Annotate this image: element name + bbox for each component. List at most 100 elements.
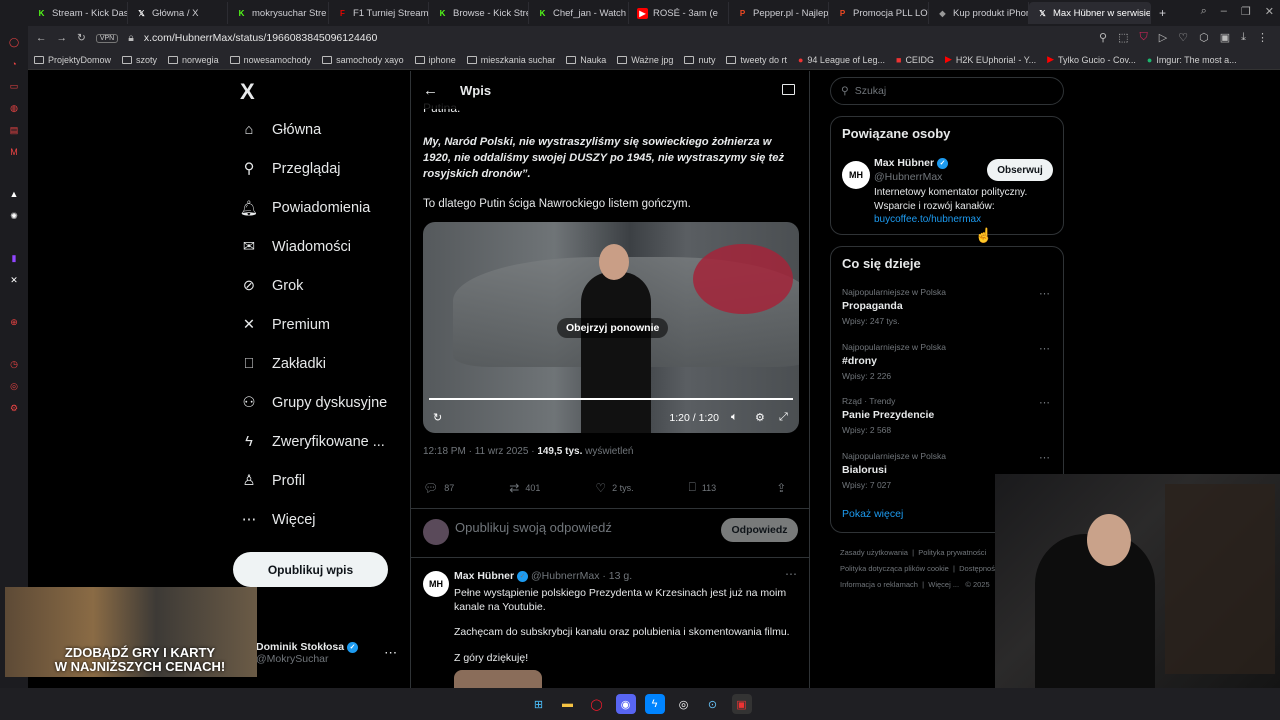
browser-tab[interactable]: 𝕏 Główna / X <box>128 2 228 24</box>
search-input[interactable]: ⚲ Szukaj <box>830 77 1064 105</box>
reply-media[interactable] <box>454 670 542 688</box>
opera-icon[interactable]: ◯ <box>8 36 20 48</box>
share-action[interactable]: ⇪ <box>776 480 786 495</box>
vpn-badge[interactable]: VPN <box>95 33 119 43</box>
reload-icon[interactable]: ↻ <box>77 32 86 44</box>
forward-icon[interactable]: → <box>57 32 68 44</box>
app-icon[interactable]: ▣ <box>731 694 752 714</box>
browser-tab[interactable]: K Chef_jan - Watch <box>529 2 629 24</box>
x-icon[interactable]: ✕ <box>8 274 20 286</box>
bookmark[interactable]: ▶ Tylko Gucio - Cov... <box>1047 54 1136 65</box>
clock-icon[interactable]: ◷ <box>8 358 20 370</box>
bookmark[interactable]: tweety do rt <box>726 55 787 65</box>
browser-tab-active[interactable]: 𝕏 Max Hübner w serwisie X <box>1029 2 1151 24</box>
discord-icon[interactable]: ◉ <box>615 694 636 714</box>
heart-icon[interactable]: ♡ <box>1178 31 1188 44</box>
volume-icon[interactable]: 🔈︎ <box>731 411 738 424</box>
play-icon[interactable]: ▷ <box>1159 31 1167 44</box>
settings-icon[interactable]: ⚙ <box>755 411 765 424</box>
messenger-icon[interactable]: ϟ <box>644 694 665 714</box>
twitch-icon[interactable]: ▮ <box>8 252 20 264</box>
show-more-link[interactable]: Pokaż więcej <box>842 508 903 520</box>
url-field[interactable]: x.com/HubnerrMax/status/1966083845096124… <box>144 32 378 44</box>
bio-link[interactable]: buycoffee.to/hubnermax <box>874 214 981 225</box>
bookmark[interactable]: nowesamochody <box>229 55 311 65</box>
bookmark[interactable]: ProjektyDomow <box>34 55 111 65</box>
replay-button[interactable]: Obejrzyj ponownie <box>557 318 669 338</box>
reply-post[interactable]: MH Max Hübner ✓ @HubnerrMax · 13 g. ⋯ Peł… <box>411 559 809 688</box>
aria-icon[interactable]: ▲ <box>8 188 20 200</box>
bookmark[interactable]: samochody xayo <box>322 55 404 65</box>
reply-action[interactable]: 💬︎ 87 <box>423 480 454 495</box>
menu-icon[interactable]: ⋮ <box>1257 31 1268 44</box>
more-icon[interactable]: ⋯ <box>1039 396 1050 409</box>
browser-tab[interactable]: K Stream - Kick Dash <box>28 2 128 24</box>
follow-button[interactable]: Obserwuj <box>987 159 1053 181</box>
heart-icon[interactable]: ◎ <box>8 380 20 392</box>
file-explorer-icon[interactable]: ▬ <box>558 694 578 714</box>
nav-more[interactable]: ⋯ Więcej <box>240 511 316 529</box>
trend-item[interactable]: Najpopularniejsze w Polska #drony Wpisy: 2… <box>842 342 1054 381</box>
pin-icon[interactable]: ⚲ <box>1099 31 1107 44</box>
like-action[interactable]: ♡ 2 tys. <box>595 480 633 495</box>
back-arrow-icon[interactable]: ← <box>423 82 438 99</box>
trend-item[interactable]: Najpopularniejsze w Polska Propaganda Wpis… <box>842 287 1054 326</box>
nav-profile[interactable]: ♙ Profil <box>240 472 306 490</box>
nav-premium[interactable]: ✕ Premium <box>240 316 330 334</box>
opera-icon[interactable]: ◯ <box>587 694 607 714</box>
more-icon[interactable]: ⋯ <box>1039 342 1050 355</box>
more-icon[interactable]: ⋯ <box>785 567 797 581</box>
reply-input[interactable]: Opublikuj swoją odpowiedź <box>455 520 612 535</box>
chatgpt-icon[interactable]: ✺ <box>8 210 20 222</box>
wallet-icon[interactable]: ▤ <box>8 124 20 136</box>
shield-icon[interactable]: ⛉ <box>1140 31 1148 44</box>
maximize-icon[interactable]: ❐ <box>1241 5 1251 18</box>
obs-icon[interactable]: ◎ <box>674 694 694 714</box>
replay-icon[interactable]: ↻ <box>433 411 442 424</box>
bookmark[interactable]: iphone <box>414 55 456 65</box>
fullscreen-icon[interactable]: ⤢ <box>779 411 788 424</box>
bookmark[interactable]: norwegia <box>168 55 219 65</box>
screenshot-icon[interactable]: ⬚ <box>1118 31 1128 44</box>
back-icon[interactable]: ← <box>36 32 47 44</box>
add-icon[interactable]: ⊕ <box>8 316 20 328</box>
browser-tab[interactable]: Kmokrysuchar Stre <box>228 2 329 24</box>
mail-icon[interactable]: M <box>8 146 20 158</box>
nav-explore[interactable]: ⚲ Przeglądaj <box>240 160 341 178</box>
post-button[interactable]: Opublikuj wpis <box>233 552 388 587</box>
browser-tab[interactable]: K Browse - Kick Stre <box>429 2 529 24</box>
bookmark[interactable]: ■ CEIDG <box>896 55 934 65</box>
video-progress-bar[interactable] <box>429 398 793 400</box>
more-icon[interactable]: ⋯ <box>1039 287 1050 300</box>
settings-icon[interactable]: ⚙ <box>8 402 20 414</box>
nav-messages[interactable]: ✉ Wiadomości <box>240 238 351 256</box>
person-name[interactable]: Max Hübner ✓ <box>874 157 949 169</box>
nav-bookmarks[interactable]: ⎕ Zakładki <box>240 355 326 373</box>
download-icon[interactable]: ⤓ <box>1241 31 1246 44</box>
extensions-icon[interactable]: ⬡ <box>1199 31 1209 44</box>
nav-grok[interactable]: ⊘ Grok <box>240 277 304 295</box>
repost-action[interactable]: ⇄ 401 <box>509 480 540 495</box>
bookmarks-icon[interactable]: ▭ <box>8 80 20 92</box>
search-icon[interactable]: ⌕ <box>1201 5 1207 18</box>
bookmark[interactable]: Ważne jpg <box>617 55 673 65</box>
nav-communities[interactable]: ⚇ Grupy dyskusyjne <box>240 394 388 412</box>
new-tab-button[interactable]: + <box>1151 2 1174 24</box>
browser-tab[interactable]: P Pepper.pl - Najlep <box>729 2 829 24</box>
video-player[interactable]: Obejrzyj ponownie ↻ 1:20 / 1:20 🔈︎ ⚙ ⤢ <box>423 222 799 433</box>
browser-tab[interactable]: F F1 Turniej Streame <box>329 2 429 24</box>
avatar[interactable]: MH <box>423 571 449 597</box>
bookmark-action[interactable]: ⎕ 113 <box>689 480 717 495</box>
windows-start-icon[interactable]: ⊞ <box>529 694 549 714</box>
more-icon[interactable]: ⋯ <box>1039 451 1050 464</box>
trend-item[interactable]: Rząd · Trendy Panie Prezydencie Wpisy: 2 5… <box>842 396 1054 435</box>
steam-icon[interactable]: ⊙ <box>703 694 723 714</box>
bookmark[interactable]: nuty <box>684 55 715 65</box>
browser-tab[interactable]: ◆ Kup produkt iPhon <box>929 2 1029 24</box>
history-icon[interactable]: ◔ <box>8 58 20 70</box>
bookmark[interactable]: mieszkania suchar <box>466 55 555 65</box>
nav-notifications[interactable]: 🔔︎ Powiadomienia <box>240 199 371 217</box>
close-icon[interactable]: ✕ <box>1265 5 1274 18</box>
bookmark[interactable]: ▶ H2K EUphoria! - Y... <box>945 54 1036 65</box>
reader-icon[interactable] <box>782 84 795 95</box>
